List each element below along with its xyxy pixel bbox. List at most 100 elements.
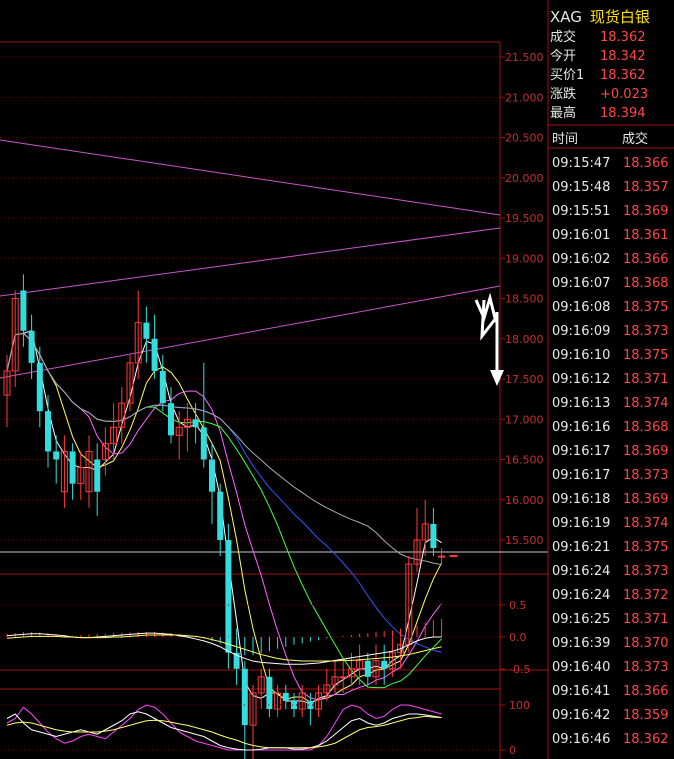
price-tick-label: 16.500: [505, 454, 544, 467]
tick-row: 09:16:41 18.366: [550, 680, 674, 704]
candle-body-down: [20, 290, 27, 331]
candle-body-down: [168, 403, 174, 436]
quote-row-open: 今开 18.342: [550, 49, 646, 64]
tick-time: 09:16:02: [552, 252, 611, 267]
tick-price: 18.371: [623, 612, 669, 627]
tick-price: 18.375: [623, 348, 669, 363]
kdj-d-line: [6, 715, 442, 749]
tick-row: 09:15:47 18.366: [550, 152, 674, 176]
tick-price: 18.359: [623, 708, 669, 723]
price-tick-label: 18.500: [505, 293, 544, 306]
symbol-name: 现货白银: [589, 8, 650, 26]
tick-time: 09:16:39: [552, 636, 611, 651]
tick-row: 09:16:10 18.375: [550, 344, 674, 368]
tick-row: 09:16:02 18.366: [550, 248, 674, 272]
price-tick-label: 15.500: [505, 534, 544, 547]
tick-time: 09:16:41: [552, 684, 611, 699]
tick-time: 09:16:13: [552, 396, 611, 411]
tick-row: 09:16:12 18.371: [550, 368, 674, 392]
tick-row: 09:16:09 18.373: [550, 320, 674, 344]
tick-time: 09:15:48: [552, 180, 611, 195]
tick-row: 09:16:24 18.372: [550, 584, 674, 608]
tick-time: 09:16:46: [552, 732, 611, 747]
price-tick-label: 17.500: [505, 373, 544, 386]
tick-time: 09:16:01: [552, 228, 611, 243]
tick-row: 09:16:17 18.369: [550, 440, 674, 464]
candle-body-down: [53, 451, 60, 460]
quote-row-bid: 买价1 18.362: [550, 68, 646, 83]
candle-body-down: [28, 330, 35, 363]
tick-price: 18.366: [623, 684, 669, 699]
candle-body-down: [225, 540, 232, 653]
tick-price: 18.373: [623, 324, 669, 339]
candle-body-up: [438, 555, 446, 558]
candle-body-down: [159, 370, 166, 404]
tick-row: 09:16:08 18.375: [550, 296, 674, 320]
tick-time: 09:16:08: [552, 300, 611, 315]
candle-body-down: [217, 491, 224, 540]
tick-row: 09:16:13 18.374: [550, 392, 674, 416]
candle-body-down: [241, 668, 248, 726]
tick-price: 18.369: [623, 444, 669, 459]
tick-price: 18.368: [623, 420, 669, 435]
tick-price: 18.374: [623, 516, 669, 531]
candle-body-down: [151, 338, 158, 371]
candle-body-down: [45, 411, 51, 452]
tick-row: 09:16:24 18.373: [550, 560, 674, 584]
macd-tick-label: 0.5: [509, 599, 527, 612]
tick-price: 18.362: [623, 732, 669, 747]
price-tick-label: 17.000: [505, 413, 544, 426]
tick-price: 18.372: [623, 588, 669, 603]
tick-time: 09:16:42: [552, 708, 611, 723]
tick-time: 09:16:09: [552, 324, 611, 339]
candle-body-down: [266, 676, 273, 710]
tick-time: 09:16:24: [552, 564, 611, 579]
candle-body-down: [364, 660, 371, 677]
macd-tick-label: -0.5: [509, 663, 530, 676]
tick-row: 09:16:18 18.369: [550, 488, 674, 512]
tick-time: 09:16:17: [552, 444, 611, 459]
candle-body-down: [209, 459, 215, 492]
tick-time: 09:15:51: [552, 204, 611, 219]
candle-body-down: [192, 419, 199, 428]
tick-price: 18.373: [623, 660, 669, 675]
tick-row: 09:16:21 18.375: [550, 536, 674, 560]
tick-price: 18.373: [623, 564, 669, 579]
tick-row: 09:15:48 18.357: [550, 176, 674, 200]
tick-price: 18.357: [623, 180, 669, 195]
quote-panel: XAG 现货白银 成交 18.362 今开 18.342 买价1 18.362 涨跌 +0…: [548, 0, 674, 759]
tick-price: 18.370: [623, 636, 669, 651]
price-tick-label: 19.000: [505, 252, 544, 265]
tick-row: 09:16:17 18.373: [550, 464, 674, 488]
tick-row: 09:16:40 18.373: [550, 656, 674, 680]
tick-row: 09:16:19 18.374: [550, 512, 674, 536]
tick-time: 09:16:25: [552, 612, 611, 627]
tick-price: 18.373: [623, 468, 669, 483]
quote-row-last: 成交 18.362: [550, 30, 646, 45]
tick-price: 18.375: [623, 540, 669, 555]
candle-body-down: [94, 459, 101, 492]
candle-body-down: [69, 451, 76, 484]
candle-body-down: [200, 427, 207, 460]
quote-row-high: 最高 18.394: [550, 106, 646, 121]
tick-price: 18.374: [623, 396, 669, 411]
tick-time: 09:16:24: [552, 588, 611, 603]
price-tick-label: 21.000: [505, 91, 544, 104]
tick-time: 09:16:18: [552, 492, 611, 507]
tick-time: 09:15:47: [552, 156, 611, 171]
tick-row: 09:15:51 18.369: [550, 200, 674, 224]
tick-time: 09:16:21: [552, 540, 611, 555]
tick-time: 09:16:40: [552, 660, 611, 675]
tick-price: 18.375: [623, 300, 669, 315]
ticks-header-time: 时间: [552, 132, 579, 147]
tick-price: 18.369: [623, 492, 669, 507]
kdj-k-line: [6, 711, 442, 751]
kdj-tick-label: 100: [509, 699, 530, 712]
candle-body-down: [381, 660, 388, 669]
tick-time: 09:16:10: [552, 348, 611, 363]
tick-price: 18.366: [623, 156, 669, 171]
macd-tick-label: 0.0: [509, 631, 527, 644]
candle-body-up: [339, 676, 347, 679]
symbol-code: XAG: [550, 8, 582, 26]
price-tick-label: 20.000: [505, 172, 544, 185]
